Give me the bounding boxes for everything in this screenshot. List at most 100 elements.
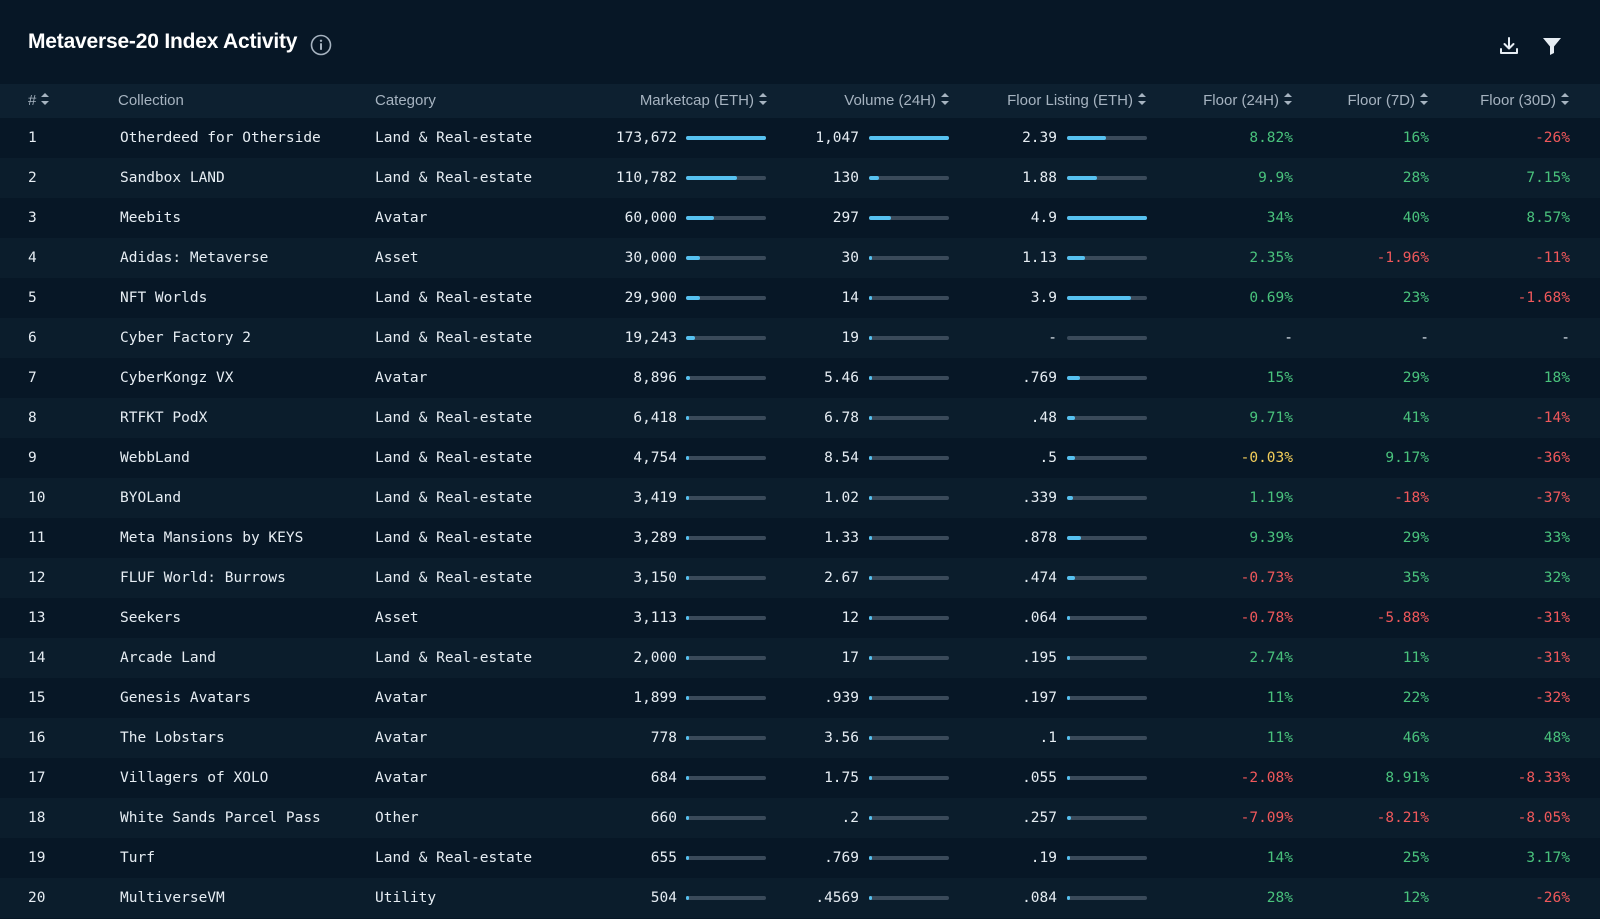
bar-fill (686, 776, 689, 780)
cell-marketcap: 778 (650, 730, 677, 746)
cell-volume: 12 (841, 610, 859, 626)
table-row[interactable]: 10 BYOLand Land & Real-estate 3,419 1.02 .339… (0, 478, 1600, 518)
cell-marketcap: 3,419 (633, 490, 677, 506)
cell-volume: .4569 (815, 890, 859, 906)
cell-category: Avatar (375, 690, 428, 706)
cell-collection[interactable]: CyberKongz VX (120, 358, 360, 398)
bar-fill (869, 256, 872, 260)
bar-track (869, 616, 949, 620)
column-label: # (28, 92, 37, 109)
cell-category: Land & Real-estate (375, 490, 533, 506)
bar-fill (869, 376, 872, 380)
cell-f30: -1.68% (1517, 290, 1570, 306)
table-row[interactable]: 1 Otherdeed for Otherside Land & Real-esta… (0, 118, 1600, 158)
table-row[interactable]: 5 NFT Worlds Land & Real-estate 29,900 14 3.9… (0, 278, 1600, 318)
cell-rank: 10 (28, 490, 46, 506)
bar-fill (869, 656, 872, 660)
cell-f24: 14% (1266, 850, 1293, 866)
cell-collection[interactable]: Meta Mansions by KEYS (120, 518, 360, 558)
column-header-rank[interactable]: # (28, 84, 50, 118)
cell-marketcap: 4,754 (633, 450, 677, 466)
cell-volume: 14 (841, 290, 859, 306)
cell-f30: - (1561, 330, 1570, 346)
bar-fill (1067, 576, 1075, 580)
bar-track (1067, 856, 1147, 860)
column-header-marketcap[interactable]: Marketcap (ETH) (560, 84, 768, 118)
cell-collection[interactable]: FLUF World: Burrows (120, 558, 360, 598)
bar-track (686, 416, 766, 420)
cell-f24: -2.08% (1240, 770, 1293, 786)
cell-collection[interactable]: Arcade Land (120, 638, 360, 678)
bar-fill (1067, 176, 1098, 180)
cell-collection[interactable]: Adidas: Metaverse (120, 238, 360, 278)
cell-rank: 13 (28, 610, 46, 626)
bar-fill (686, 136, 766, 140)
column-header-floor-30d[interactable]: Floor (30D) (1440, 84, 1570, 118)
column-header-floor-listing[interactable]: Floor Listing (ETH) (960, 84, 1147, 118)
column-header-floor-24h[interactable]: Floor (24H) (1160, 84, 1293, 118)
cell-collection[interactable]: MultiverseVM (120, 878, 360, 918)
filter-icon[interactable] (1540, 34, 1564, 58)
table-row[interactable]: 9 WebbLand Land & Real-estate 4,754 8.54 .5 -0… (0, 438, 1600, 478)
cell-collection[interactable]: The Lobstars (120, 718, 360, 758)
cell-collection[interactable]: Turf (120, 838, 360, 878)
cell-collection[interactable]: Otherdeed for Otherside (120, 118, 360, 158)
cell-f7: 28% (1402, 170, 1429, 186)
bar-fill (869, 736, 872, 740)
table-row[interactable]: 20 MultiverseVM Utility 504 .4569 .084 28% 12% -… (0, 878, 1600, 918)
cell-f7: 11% (1402, 650, 1429, 666)
cell-collection[interactable]: RTFKT PodX (120, 398, 360, 438)
bar-fill (686, 856, 689, 860)
cell-volume: 2.67 (824, 570, 859, 586)
bar-fill (869, 816, 872, 820)
download-icon[interactable] (1497, 34, 1521, 58)
info-icon[interactable] (310, 34, 332, 56)
sort-icon (941, 93, 949, 106)
cell-floor: 1.13 (1022, 250, 1057, 266)
bar-fill (1067, 416, 1075, 420)
cell-collection[interactable]: Genesis Avatars (120, 678, 360, 718)
bar-track (1067, 176, 1147, 180)
table-row[interactable]: 15 Genesis Avatars Avatar 1,899 .939 .197 11% 2… (0, 678, 1600, 718)
cell-collection[interactable]: NFT Worlds (120, 278, 360, 318)
column-label: Volume (24H) (844, 92, 936, 109)
bar-track (1067, 296, 1147, 300)
cell-collection[interactable]: Seekers (120, 598, 360, 638)
table-row[interactable]: 13 Seekers Asset 3,113 12 .064 -0.78% -5.88% -31… (0, 598, 1600, 638)
table-row[interactable]: 17 Villagers of XOLO Avatar 684 1.75 .055 -2.0… (0, 758, 1600, 798)
cell-f24: 11% (1266, 730, 1293, 746)
bar-track (869, 136, 949, 140)
cell-f24: 2.74% (1249, 650, 1293, 666)
table-row[interactable]: 11 Meta Mansions by KEYS Land & Real-estat… (0, 518, 1600, 558)
table-row[interactable]: 18 White Sands Parcel Pass Other 660 .2 .257 -… (0, 798, 1600, 838)
table-row[interactable]: 4 Adidas: Metaverse Asset 30,000 30 1.13 2.35%… (0, 238, 1600, 278)
bar-fill (869, 696, 872, 700)
cell-collection[interactable]: Meebits (120, 198, 360, 238)
cell-rank: 4 (28, 250, 37, 266)
column-header-volume[interactable]: Volume (24H) (790, 84, 950, 118)
table-row[interactable]: 12 FLUF World: Burrows Land & Real-estate 3… (0, 558, 1600, 598)
cell-collection[interactable]: WebbLand (120, 438, 360, 478)
table-row[interactable]: 16 The Lobstars Avatar 778 3.56 .1 11% 46% 48% (0, 718, 1600, 758)
table-row[interactable]: 3 Meebits Avatar 60,000 297 4.9 34% 40% 8.57% (0, 198, 1600, 238)
table-row[interactable]: 7 CyberKongz VX Avatar 8,896 5.46 .769 15% 29% 1… (0, 358, 1600, 398)
cell-f24: 8.82% (1249, 130, 1293, 146)
cell-marketcap: 3,289 (633, 530, 677, 546)
bar-track (869, 736, 949, 740)
table-row[interactable]: 14 Arcade Land Land & Real-estate 2,000 17 .1… (0, 638, 1600, 678)
bar-fill (869, 496, 872, 500)
cell-collection[interactable]: Cyber Factory 2 (120, 318, 360, 358)
table-row[interactable]: 8 RTFKT PodX Land & Real-estate 6,418 6.78 .4… (0, 398, 1600, 438)
cell-floor: .339 (1022, 490, 1057, 506)
table-row[interactable]: 19 Turf Land & Real-estate 655 .769 .19 14% 25%… (0, 838, 1600, 878)
cell-collection[interactable]: Sandbox LAND (120, 158, 360, 198)
column-header-floor-7d[interactable]: Floor (7D) (1300, 84, 1429, 118)
page-title: Metaverse-20 Index Activity (28, 30, 298, 53)
cell-collection[interactable]: White Sands Parcel Pass (120, 798, 360, 838)
table-row[interactable]: 6 Cyber Factory 2 Land & Real-estate 19,243… (0, 318, 1600, 358)
bar-track (686, 816, 766, 820)
cell-collection[interactable]: Villagers of XOLO (120, 758, 360, 798)
cell-collection[interactable]: BYOLand (120, 478, 360, 518)
table-row[interactable]: 2 Sandbox LAND Land & Real-estate 110,782 13… (0, 158, 1600, 198)
cell-f30: -26% (1535, 890, 1570, 906)
